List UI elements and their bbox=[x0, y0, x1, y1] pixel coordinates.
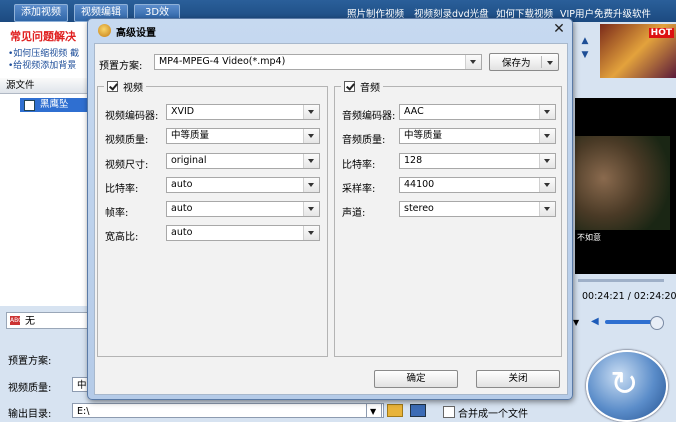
add-video-button[interactable]: 添加视频 bbox=[14, 4, 68, 22]
chevron-down-icon bbox=[465, 55, 481, 69]
video-codec-value: XVID bbox=[171, 106, 195, 117]
preset-value: MP4-MPEG-4 Video(*.mp4) bbox=[159, 56, 286, 67]
subtitle-icon: ABC bbox=[10, 316, 23, 325]
close-icon[interactable]: ✕ bbox=[551, 21, 567, 37]
audio-bitrate-select[interactable]: 128 bbox=[399, 153, 556, 169]
aspect-ratio-select[interactable]: auto bbox=[166, 225, 320, 241]
video-size-select[interactable]: original bbox=[166, 153, 320, 169]
audio-group-title: 音频 bbox=[360, 83, 380, 94]
video-group-header: 视频 bbox=[104, 79, 146, 95]
video-size-value: original bbox=[171, 155, 207, 166]
ad-scroll-arrows[interactable]: ▲ ▼ bbox=[578, 34, 592, 62]
video-enable-checkbox[interactable] bbox=[107, 81, 118, 92]
hot-badge: HOT bbox=[648, 28, 674, 38]
quality-label: 视频质量: bbox=[8, 383, 52, 394]
file-list: 黑鹰坠 bbox=[0, 94, 100, 306]
audio-quality-label: 音频质量: bbox=[342, 135, 386, 146]
output-dir-input[interactable]: E:\ bbox=[72, 403, 384, 418]
video-group: 视频 视频编码器: XVID 视频质量: 中等质量 视频尺寸: original… bbox=[97, 79, 328, 357]
start-convert-button[interactable]: ↻ bbox=[586, 350, 668, 422]
chevron-down-icon bbox=[539, 105, 555, 119]
audio-codec-value: AAC bbox=[404, 106, 424, 117]
preset-label: 预置方案: bbox=[8, 356, 52, 367]
refresh-arrow-icon: ↻ bbox=[610, 364, 639, 404]
audio-codec-select[interactable]: AAC bbox=[399, 104, 556, 120]
app-logo-icon bbox=[98, 24, 111, 37]
vip-upgrade-link[interactable]: VIP用户免费升级软件 bbox=[560, 6, 651, 20]
video-size-label: 视频尺寸: bbox=[105, 160, 149, 171]
separator bbox=[541, 56, 542, 68]
time-display: 00:24:21 / 02:24:20 bbox=[582, 291, 676, 302]
audio-quality-value: 中等质量 bbox=[404, 130, 443, 141]
faq-title: 常见问题解决 bbox=[10, 30, 76, 43]
frame-rate-label: 帧率: bbox=[105, 208, 129, 219]
audio-bitrate-value: 128 bbox=[404, 155, 423, 166]
aspect-ratio-label: 宽高比: bbox=[105, 232, 139, 243]
faq-link-background[interactable]: •给视频添加背景 bbox=[8, 58, 76, 71]
channels-select[interactable]: stereo bbox=[399, 201, 556, 217]
save-as-button[interactable]: 保存为 bbox=[489, 53, 559, 71]
subtitle-select[interactable]: ABC 无 bbox=[6, 312, 88, 329]
seek-bar[interactable] bbox=[578, 279, 664, 282]
chevron-down-icon bbox=[539, 129, 555, 143]
output-dir-dropdown[interactable]: ▼ bbox=[366, 403, 382, 418]
chevron-down-icon bbox=[303, 202, 319, 216]
chevron-down-icon bbox=[539, 154, 555, 168]
aspect-ratio-value: auto bbox=[171, 227, 193, 238]
save-as-label: 保存为 bbox=[502, 58, 531, 69]
close-button[interactable]: 关闭 bbox=[476, 370, 560, 388]
ad-banner-image[interactable]: HOT bbox=[600, 24, 676, 78]
chevron-down-icon bbox=[539, 202, 555, 216]
video-subtitle-text: 不如意 bbox=[577, 233, 601, 242]
video-bitrate-select[interactable]: auto bbox=[166, 177, 320, 193]
merge-checkbox[interactable] bbox=[443, 406, 455, 418]
chevron-down-icon bbox=[303, 178, 319, 192]
dialog-body: 预置方案: MP4-MPEG-4 Video(*.mp4) 保存为 视频 视频编… bbox=[94, 43, 568, 395]
video-bitrate-value: auto bbox=[171, 179, 193, 190]
preset-label: 预置方案: bbox=[99, 61, 143, 72]
audio-codec-label: 音频编码器: bbox=[342, 111, 396, 122]
video-quality-value: 中等质量 bbox=[171, 130, 210, 141]
chevron-down-icon bbox=[303, 226, 319, 240]
source-file-header[interactable]: 源文件 bbox=[0, 78, 94, 94]
open-output-icon[interactable] bbox=[410, 404, 426, 417]
chevron-down-icon bbox=[539, 178, 555, 192]
audio-bitrate-label: 比特率: bbox=[342, 160, 376, 171]
channels-label: 声道: bbox=[342, 208, 366, 219]
video-preview: 不如意 bbox=[575, 98, 676, 274]
sample-rate-label: 采样率: bbox=[342, 184, 376, 195]
chevron-down-icon bbox=[303, 129, 319, 143]
audio-quality-select[interactable]: 中等质量 bbox=[399, 128, 556, 144]
dialog-title-bar[interactable]: 高级设置 ✕ bbox=[88, 19, 572, 41]
file-checkbox[interactable] bbox=[24, 100, 35, 111]
file-name: 黑鹰坠 bbox=[40, 99, 69, 110]
video-codec-label: 视频编码器: bbox=[105, 111, 159, 122]
video-quality-select[interactable]: 中等质量 bbox=[166, 128, 320, 144]
chevron-down-icon bbox=[303, 154, 319, 168]
faq-panel: 常见问题解决 •如何压缩视频 截 •给视频添加背景 bbox=[0, 22, 94, 78]
audio-group-header: 音频 bbox=[341, 79, 383, 95]
scroll-arrow-icon[interactable]: ▼ bbox=[573, 318, 579, 327]
audio-group: 音频 音频编码器: AAC 音频质量: 中等质量 比特率: 128 采样率: 4… bbox=[334, 79, 562, 357]
channels-value: stereo bbox=[404, 203, 434, 214]
dialog-title: 高级设置 bbox=[116, 28, 156, 39]
frame-rate-select[interactable]: auto bbox=[166, 201, 320, 217]
volume-icon[interactable]: ◀ bbox=[591, 317, 601, 327]
ok-button[interactable]: 确定 bbox=[374, 370, 458, 388]
video-quality-label: 视频质量: bbox=[105, 135, 149, 146]
sample-rate-select[interactable]: 44100 bbox=[399, 177, 556, 193]
advanced-settings-dialog: 高级设置 ✕ 预置方案: MP4-MPEG-4 Video(*.mp4) 保存为… bbox=[87, 18, 573, 400]
video-group-title: 视频 bbox=[123, 83, 143, 94]
frame-rate-value: auto bbox=[171, 203, 193, 214]
subtitle-value: 无 bbox=[25, 316, 35, 327]
preset-select[interactable]: MP4-MPEG-4 Video(*.mp4) bbox=[154, 54, 482, 70]
audio-enable-checkbox[interactable] bbox=[344, 81, 355, 92]
folder-icon[interactable] bbox=[387, 404, 403, 417]
video-codec-select[interactable]: XVID bbox=[166, 104, 320, 120]
video-frame bbox=[575, 136, 670, 230]
volume-knob[interactable] bbox=[650, 316, 664, 330]
chevron-down-icon bbox=[303, 105, 319, 119]
video-bitrate-label: 比特率: bbox=[105, 184, 139, 195]
sample-rate-value: 44100 bbox=[404, 179, 435, 190]
